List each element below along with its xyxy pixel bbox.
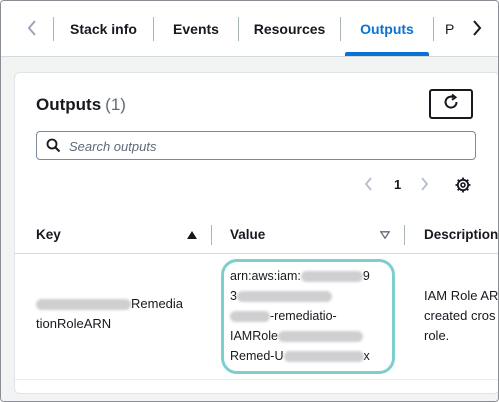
tab-stack-info[interactable]: Stack info: [54, 1, 153, 56]
tab-events[interactable]: Events: [154, 1, 238, 56]
sort-descending-icon[interactable]: [379, 230, 391, 242]
description-cell: IAM Role AR created cros role.: [424, 286, 499, 346]
key-text: Remedia: [131, 296, 184, 311]
tab-outputs[interactable]: Outputs: [341, 1, 433, 56]
outputs-window: Stack info Events Resources Outputs P Ou…: [0, 0, 499, 402]
sort-ascending-icon[interactable]: [187, 230, 197, 242]
key-cell: Remedia tionRoleARN: [36, 294, 216, 334]
column-header-description[interactable]: Description: [424, 227, 498, 242]
outputs-count: (1): [105, 95, 126, 114]
table-header: Key Value Description: [15, 217, 498, 254]
column-divider: [211, 225, 212, 245]
pagination-next-icon[interactable]: [419, 177, 429, 196]
description-text: created cros: [424, 308, 496, 323]
table-row: Remedia tionRoleARN arn:aws:iam: 9 3 -rem…: [15, 254, 499, 380]
pagination-prev-icon[interactable]: [364, 177, 374, 196]
pagination-page[interactable]: 1: [394, 177, 401, 192]
description-text: role.: [424, 328, 450, 343]
tab-parameters[interactable]: P: [445, 1, 465, 56]
panel-title-text: Outputs: [36, 95, 102, 114]
refresh-icon: [442, 93, 460, 116]
refresh-button[interactable]: [429, 89, 473, 119]
tab-resources[interactable]: Resources: [239, 1, 340, 56]
search-input[interactable]: [67, 132, 471, 161]
column-header-key[interactable]: Key: [36, 227, 61, 242]
search-field[interactable]: [36, 131, 476, 161]
search-icon: [46, 138, 61, 158]
settings-icon[interactable]: [454, 176, 472, 199]
tab-bar: Stack info Events Resources Outputs P: [1, 1, 498, 57]
chevron-right-icon[interactable]: [464, 13, 490, 43]
chevron-left-icon[interactable]: [19, 13, 45, 43]
tab-divider: [433, 17, 434, 41]
column-header-value[interactable]: Value: [230, 227, 265, 242]
outputs-panel: Outputs(1) 1: [14, 72, 499, 394]
redacted-text: [36, 299, 131, 311]
key-text: tionRoleARN: [36, 316, 112, 331]
panel-title: Outputs (1): [36, 95, 126, 115]
description-text: IAM Role AR: [424, 288, 499, 303]
highlight-outline: [221, 259, 395, 374]
column-divider: [404, 225, 405, 245]
